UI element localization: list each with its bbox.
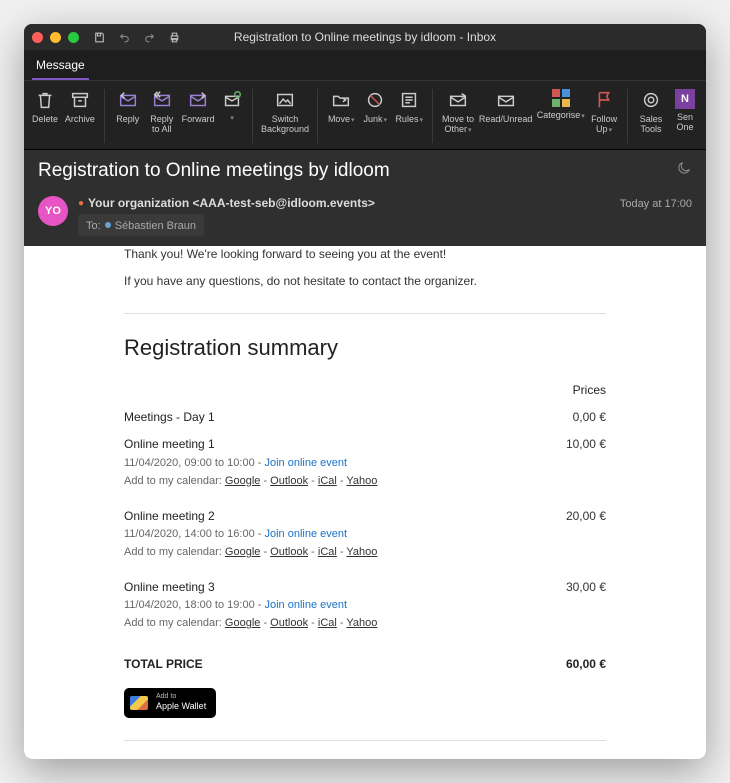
calendar-yahoo-link[interactable]: Yahoo [346, 546, 377, 558]
add-calendar-line: Add to my calendar: Google - Outlook - i… [124, 545, 606, 561]
join-online-event-link[interactable]: Join online event [264, 457, 347, 469]
join-online-event-link[interactable]: Join online event [264, 528, 347, 540]
categorise-button[interactable]: Categorise▾ [535, 87, 588, 145]
avatar[interactable]: YO [38, 196, 68, 226]
rules-button[interactable]: Rules▾ [392, 87, 426, 145]
undo-icon[interactable] [118, 31, 131, 44]
message-header: Registration to Online meetings by idloo… [24, 150, 706, 246]
prices-column-header: Prices [573, 382, 606, 399]
fullscreen-window-button[interactable] [68, 32, 79, 43]
to-row[interactable]: To:Sébastien Braun [78, 214, 204, 236]
send-onenote-button[interactable]: N Sen One [668, 87, 702, 145]
junk-button[interactable]: Junk▾ [358, 87, 392, 145]
minimize-window-button[interactable] [50, 32, 61, 43]
sender-line: ●Your organization <AAA-test-seb@idloom.… [78, 196, 610, 210]
calendar-google-link[interactable]: Google [225, 617, 260, 629]
window-controls [32, 32, 79, 43]
item-subline: 11/04/2020, 18:00 to 19:00 - Join online… [124, 598, 606, 614]
reply-button[interactable]: Reply [111, 87, 145, 145]
calendar-outlook-link[interactable]: Outlook [270, 475, 308, 487]
titlebar: Registration to Online meetings by idloo… [24, 24, 706, 50]
divider [124, 740, 606, 741]
table-row: Meetings - Day 1 0,00 € [124, 409, 606, 426]
calendar-google-link[interactable]: Google [225, 546, 260, 558]
ribbon-tabstrip: Message [24, 50, 706, 80]
outlook-window: Registration to Online meetings by idloo… [24, 24, 706, 759]
tab-message[interactable]: Message [32, 54, 89, 80]
table-row: Online meeting 2 20,00 € [124, 508, 606, 525]
table-row: Online meeting 1 10,00 € [124, 436, 606, 453]
calendar-ical-link[interactable]: iCal [318, 617, 337, 629]
move-to-other-button[interactable]: Move to Other▾ [439, 87, 477, 145]
item-subline: 11/04/2020, 14:00 to 16:00 - Join online… [124, 527, 606, 543]
body-line-2: If you have any questions, do not hesita… [124, 273, 606, 290]
wallet-icon [130, 696, 148, 710]
table-row: Online meeting 3 30,00 € [124, 579, 606, 596]
sales-tools-button[interactable]: Sales Tools [634, 87, 668, 145]
follow-up-button[interactable]: Follow Up▾ [587, 87, 621, 145]
calendar-google-link[interactable]: Google [225, 475, 260, 487]
delete-button[interactable]: Delete [28, 87, 62, 145]
archive-button[interactable]: Archive [62, 87, 98, 145]
calendar-ical-link[interactable]: iCal [318, 546, 337, 558]
add-calendar-line: Add to my calendar: Google - Outlook - i… [124, 474, 606, 490]
timestamp: Today at 17:00 [620, 196, 692, 210]
registration-summary-title: Registration summary [124, 332, 606, 364]
save-icon[interactable] [93, 31, 106, 44]
item-subline: 11/04/2020, 09:00 to 10:00 - Join online… [124, 456, 606, 472]
dark-mode-icon[interactable] [676, 160, 692, 182]
switch-background-button[interactable]: Switch Background [259, 87, 312, 145]
print-icon[interactable] [168, 31, 181, 44]
reply-all-button[interactable]: Reply to All [145, 87, 179, 145]
calendar-yahoo-link[interactable]: Yahoo [346, 617, 377, 629]
calendar-outlook-link[interactable]: Outlook [270, 617, 308, 629]
forward-button[interactable]: Forward [179, 87, 218, 145]
attachment-button[interactable]: ▾ [217, 87, 245, 145]
apple-wallet-button[interactable]: Add to Apple Wallet [124, 688, 216, 718]
move-button[interactable]: Move▾ [324, 87, 358, 145]
calendar-ical-link[interactable]: iCal [318, 475, 337, 487]
ribbon: Delete Archive Reply Reply to All Forwar… [24, 80, 706, 150]
message-body[interactable]: Thank you! We're looking forward to seei… [24, 246, 706, 759]
subject-text: Registration to Online meetings by idloo… [38, 160, 390, 182]
join-online-event-link[interactable]: Join online event [264, 599, 347, 611]
divider [124, 313, 606, 314]
calendar-yahoo-link[interactable]: Yahoo [346, 475, 377, 487]
read-unread-button[interactable]: Read/Unread [477, 87, 535, 145]
add-calendar-line: Add to my calendar: Google - Outlook - i… [124, 616, 606, 632]
calendar-outlook-link[interactable]: Outlook [270, 546, 308, 558]
body-line-1: Thank you! We're looking forward to seei… [124, 246, 606, 263]
redo-icon[interactable] [143, 31, 156, 44]
total-row: TOTAL PRICE 60,00 € [124, 642, 606, 673]
close-window-button[interactable] [32, 32, 43, 43]
